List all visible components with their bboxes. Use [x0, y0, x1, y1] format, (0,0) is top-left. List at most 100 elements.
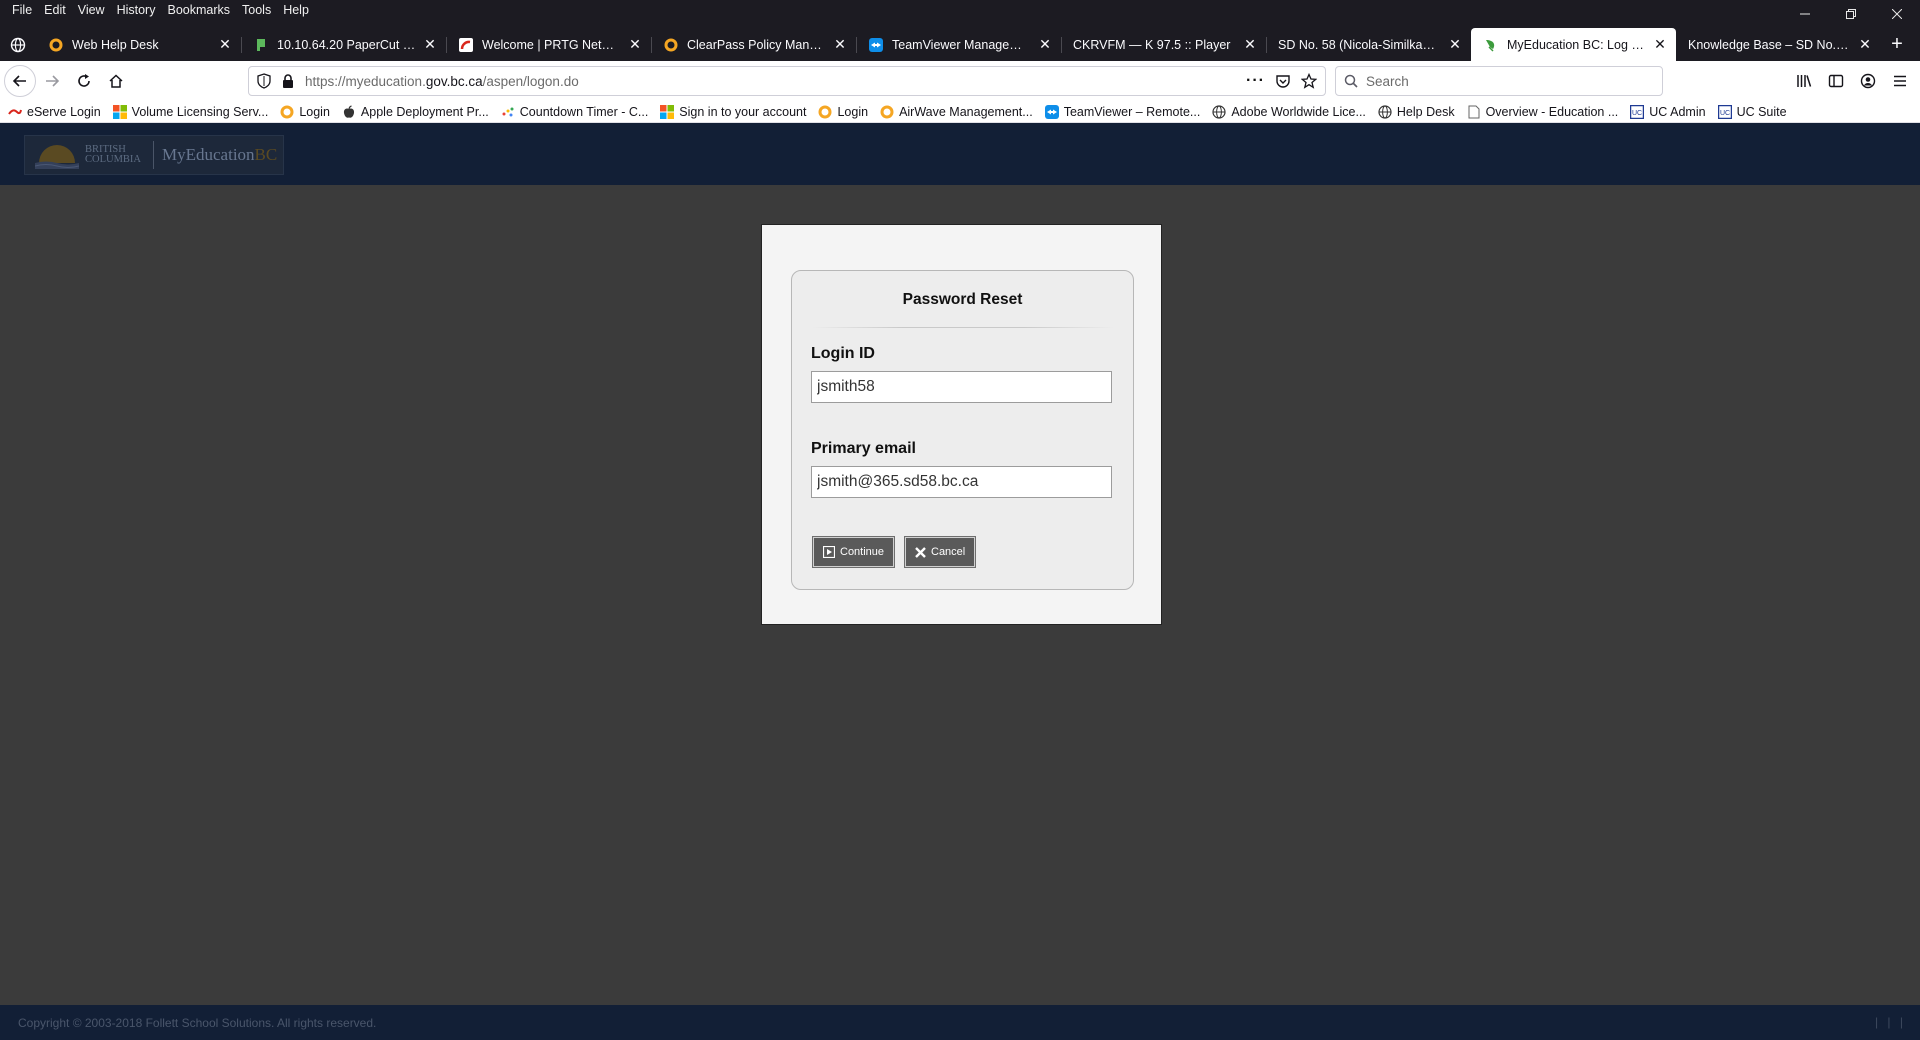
- prtg-icon: [458, 37, 474, 53]
- close-tab-icon[interactable]: ✕: [1652, 36, 1668, 53]
- copyright-text: Copyright © 2003-2018 Follett School Sol…: [18, 1015, 377, 1030]
- apple-icon: [342, 104, 356, 119]
- home-button[interactable]: [100, 65, 132, 97]
- bookmark-uc-admin[interactable]: UC UC Admin: [1630, 104, 1706, 119]
- forward-button[interactable]: [36, 65, 68, 97]
- close-tab-icon[interactable]: ✕: [1242, 36, 1258, 53]
- globe-icon: [10, 37, 26, 52]
- primary-email-input[interactable]: [811, 466, 1112, 498]
- close-tab-icon[interactable]: ✕: [217, 36, 233, 53]
- lock-icon: [283, 74, 293, 88]
- login-id-input[interactable]: [811, 371, 1112, 403]
- footer-grip: | | |: [1874, 1015, 1906, 1029]
- bookmark-star-icon[interactable]: [1301, 73, 1317, 89]
- bookmark-airwave[interactable]: AirWave Management...: [880, 105, 1033, 119]
- uc-icon: UC: [1717, 104, 1732, 119]
- minimize-icon: [1800, 13, 1810, 15]
- globe-icon: [1378, 104, 1392, 119]
- pocket-icon[interactable]: [1275, 73, 1291, 89]
- tab-sd58[interactable]: SD No. 58 (Nicola-Similkameen ✕: [1266, 28, 1471, 61]
- bookmark-overview-education[interactable]: Overview - Education ...: [1467, 105, 1618, 119]
- cancel-button[interactable]: Cancel: [905, 537, 976, 567]
- bookmark-apple-deployment[interactable]: Apple Deployment Pr...: [342, 105, 489, 119]
- brand-name: MyEducationBC: [162, 145, 278, 164]
- all-tabs-button[interactable]: [0, 28, 36, 61]
- search-bar[interactable]: [1335, 66, 1663, 96]
- menu-bookmarks[interactable]: Bookmarks: [161, 3, 236, 17]
- tab-title: 10.10.64.20 PaperCut Login: [277, 37, 416, 52]
- uc-icon: UC: [1630, 104, 1645, 119]
- menu-history[interactable]: History: [111, 3, 162, 17]
- tab-papercut[interactable]: 10.10.64.20 PaperCut Login ✕: [241, 28, 446, 61]
- bc-sun-logo-icon: [35, 145, 79, 169]
- url-bar[interactable]: https://myeducation.gov.bc.ca/aspen/logo…: [248, 66, 1326, 96]
- reload-icon: [78, 74, 90, 87]
- password-reset-dialog: Password Reset Login ID Primary email Co…: [761, 224, 1162, 625]
- tab-title: TeamViewer Management C: [892, 37, 1031, 52]
- leaf-icon: [1483, 37, 1499, 53]
- bookmark-eserve-login[interactable]: eServe Login: [8, 105, 101, 119]
- sidebar-button[interactable]: [1820, 65, 1852, 97]
- menu-help[interactable]: Help: [277, 3, 315, 17]
- bookmark-login-2[interactable]: Login: [818, 105, 868, 119]
- bookmark-adobe[interactable]: Adobe Worldwide Lice...: [1212, 105, 1366, 119]
- svg-text:UC: UC: [1720, 110, 1730, 117]
- close-tab-icon[interactable]: ✕: [627, 36, 643, 53]
- menu-view[interactable]: View: [72, 3, 111, 17]
- page-footer: Copyright © 2003-2018 Follett School Sol…: [0, 1005, 1920, 1040]
- bookmark-login[interactable]: Login: [280, 105, 330, 119]
- close-tab-icon[interactable]: ✕: [1857, 36, 1873, 53]
- page-header: BRITISH COLUMBIA MyEducationBC: [0, 123, 1920, 185]
- close-tab-icon[interactable]: ✕: [1447, 36, 1463, 53]
- restore-icon: [1846, 9, 1856, 19]
- account-button[interactable]: [1852, 65, 1884, 97]
- home-icon: [109, 74, 123, 88]
- bookmark-volume-licensing[interactable]: Volume Licensing Serv...: [112, 104, 268, 119]
- continue-button[interactable]: Continue: [813, 537, 895, 567]
- tab-web-help-desk[interactable]: Web Help Desk ✕: [36, 28, 241, 61]
- orange-ring-icon: [663, 37, 679, 53]
- orange-ring-icon: [280, 105, 294, 119]
- bookmark-teamviewer[interactable]: TeamViewer – Remote...: [1044, 104, 1200, 119]
- close-tab-icon[interactable]: ✕: [832, 36, 848, 53]
- close-icon: [1892, 9, 1902, 19]
- tab-title: Welcome | PRTG Network M: [482, 37, 621, 52]
- tab-knowledge-base[interactable]: Knowledge Base – SD No. 58 (N ✕: [1676, 28, 1881, 61]
- orange-ring-icon: [818, 105, 832, 119]
- tab-teamviewer[interactable]: TeamViewer Management C ✕: [856, 28, 1061, 61]
- tab-title: CKRVFM — K 97.5 :: Player: [1073, 37, 1231, 52]
- bookmark-countdown-timer[interactable]: Countdown Timer - C...: [501, 105, 648, 119]
- reload-button[interactable]: [68, 65, 100, 97]
- tab-title: ClearPass Policy Manager -: [687, 37, 826, 52]
- menu-bar: File Edit View History Bookmarks Tools H…: [0, 0, 1920, 20]
- search-input[interactable]: [1366, 73, 1646, 89]
- new-tab-button[interactable]: +: [1881, 28, 1913, 61]
- tab-myeducation-bc[interactable]: MyEducation BC: Log On ✕: [1471, 28, 1676, 61]
- svg-text:UC: UC: [1632, 110, 1642, 117]
- tab-ckrvfm[interactable]: CKRVFM — K 97.5 :: Player ✕: [1061, 28, 1266, 61]
- bookmark-help-desk[interactable]: Help Desk: [1378, 105, 1455, 119]
- menu-tools[interactable]: Tools: [236, 3, 277, 17]
- bookmark-uc-suite[interactable]: UC UC Suite: [1717, 104, 1787, 119]
- app-menu-button[interactable]: [1884, 65, 1916, 97]
- close-tab-icon[interactable]: ✕: [422, 36, 438, 53]
- windows-icon: [660, 104, 675, 119]
- bookmark-sign-in[interactable]: Sign in to your account: [660, 104, 806, 119]
- tab-clearpass[interactable]: ClearPass Policy Manager - ✕: [651, 28, 856, 61]
- page-actions-icon[interactable]: ···: [1246, 72, 1265, 90]
- menu-edit[interactable]: Edit: [38, 3, 72, 17]
- tab-title: MyEducation BC: Log On: [1507, 37, 1646, 52]
- teamviewer-icon: [868, 37, 884, 53]
- back-button[interactable]: [4, 65, 36, 97]
- myeducation-bc-logo[interactable]: BRITISH COLUMBIA MyEducationBC: [24, 135, 284, 175]
- menu-file[interactable]: File: [6, 3, 38, 17]
- password-reset-panel: Password Reset Login ID Primary email Co…: [791, 270, 1134, 590]
- continue-icon: [823, 546, 835, 558]
- library-button[interactable]: [1788, 65, 1820, 97]
- teamviewer-icon: [1044, 104, 1059, 119]
- close-tab-icon[interactable]: ✕: [1037, 36, 1053, 53]
- tab-prtg[interactable]: Welcome | PRTG Network M ✕: [446, 28, 651, 61]
- tab-strip: Web Help Desk ✕ 10.10.64.20 PaperCut Log…: [0, 20, 1920, 61]
- back-arrow-icon: [12, 75, 26, 87]
- page-icon: [1467, 105, 1481, 119]
